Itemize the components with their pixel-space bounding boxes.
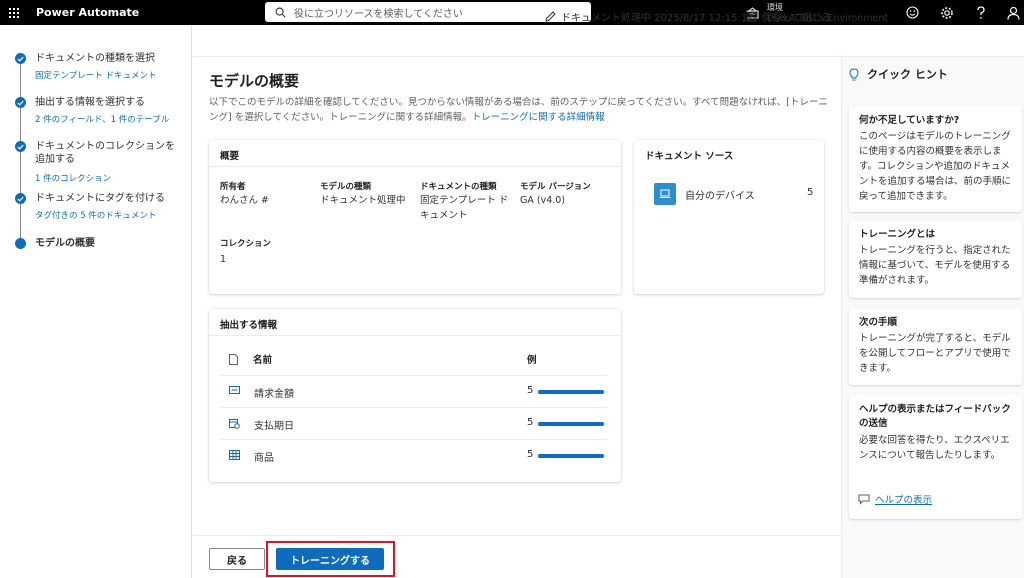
quick-hints-title: クイック ヒント [849,66,948,82]
device-laptop-icon [654,183,676,205]
step-title[interactable]: ドキュメントのコレクションを追加する [35,140,180,166]
overview-card: 概要 所有者 わんさん # モデルの種類 ドキュメント処理中 ドキュメントの種類… [209,140,621,294]
search-icon [275,7,286,17]
step-summary: タグ付きの 5 件のドキュメント [35,211,157,221]
hint-body: トレーニングを行うと、指定された情報に基づいて、モデルを使用する準備がされます。 [859,245,1011,286]
page-description: 以下でこのモデルの詳細を確認してください。見つからない情報がある場合は、前のステ… [209,95,829,125]
train-button[interactable]: トレーニングする [276,548,384,570]
step-connector [20,108,21,145]
table-icon [229,450,240,460]
field-count: 5 [527,417,534,428]
field-progress-fill [538,422,604,426]
edit-pencil-icon [545,11,556,22]
help-question-icon[interactable] [966,0,996,25]
back-button[interactable]: 戻る [209,548,265,570]
step-complete-check-icon [15,193,26,204]
extracted-info-card: 抽出する情報 名前 例 請求金額 5 支払期日 5 商品 5 [209,309,621,482]
step-connector [20,204,21,238]
save-and-close-label: 保存して閉じる [762,13,832,24]
model-version-label: モデル バージョン [520,182,591,192]
document-type-value: 固定テンプレート ドキュメント [420,195,509,221]
source-name: 自分のデバイス [685,190,755,202]
step-title[interactable]: ドキュメントにタグを付ける [35,192,185,205]
field-progress-fill [538,454,604,458]
step-summary: 2 件のフィールド、1 件のテーブル [35,115,170,125]
hint-card: トレーニングとは トレーニングを行うと、指定された情報に基づいて、モデルを使用す… [849,220,1022,298]
field-count: 5 [527,449,534,460]
training-info-link[interactable]: トレーニングに関する詳細情報 [472,112,605,123]
step-summary: 固定テンプレート ドキュメント [35,71,157,81]
step-title-current[interactable]: モデルの概要 [35,237,185,250]
collection-value: 1 [220,254,227,265]
card-divider [209,335,621,336]
field-progress-bar [538,390,604,394]
source-count: 5 [807,187,814,198]
feedback-icon[interactable] [897,0,927,25]
document-status-text: ドキュメント処理中 2025/8/17 12:15:17 [561,13,754,24]
field-name: 支払期日 [254,421,294,432]
settings-gear-icon[interactable] [932,0,962,25]
document-status[interactable]: ドキュメント処理中 2025/8/17 12:15:17 [545,9,754,24]
hint-body: このページはモデルのトレーニングに使用する内容の概要を表示します。コレクションや… [859,131,1012,202]
source-item: 自分のデバイス [654,183,755,205]
card-divider [209,166,621,167]
save-and-close-button[interactable]: 保存して閉じる [746,9,832,24]
collection-label: コレクション [220,239,272,249]
field-count: 5 [527,385,534,396]
table-row: 請求金額 5 [220,375,607,407]
feedback-person-icon [858,494,870,505]
table-row: 支払期日 5 [220,407,607,439]
field-name: 商品 [254,453,274,464]
field-name: 請求金額 [254,389,294,400]
field-progress-fill [538,390,604,394]
help-link[interactable]: ヘルプの表示 [858,492,932,506]
document-source-heading: ドキュメント ソース [645,151,734,162]
step-complete-check-icon [15,53,26,64]
lightbulb-icon [849,67,859,80]
overview-heading: 概要 [220,151,240,162]
app-launcher-icon[interactable] [0,0,28,25]
example-column-header: 例 [527,355,537,366]
step-complete-check-icon [15,97,26,108]
search-placeholder: 役に立つリソースを検索してください [294,8,463,20]
field-progress-bar [538,454,604,458]
owner-label: 所有者 [220,182,246,192]
text-field-icon [229,386,240,394]
save-icon [746,11,757,22]
app-title[interactable]: Power Automate [36,6,139,19]
hint-body: 必要な回答を得たり、エクスペリエンスについて報告したりします。 [859,435,1010,461]
hint-body: トレーニングが完了すると、モデルを公開してフローとアプリで使用できます。 [859,333,1011,374]
step-connector [20,152,21,193]
hint-heading: ヘルプの表示またはフィードバックの送信 [859,404,1011,429]
help-link-label: ヘルプの表示 [875,495,933,506]
step-summary: 1 件のコレクション [35,174,112,184]
page-title: モデルの概要 [209,72,300,90]
hint-card: 次の手順 トレーニングが完了すると、モデルを公開してフローとアプリで使用できます… [849,308,1022,385]
model-version-value: GA (v4.0) [520,195,566,206]
account-person-icon[interactable] [998,0,1024,25]
hint-card: 何か不足していますか? このページはモデルのトレーニングに使用する内容の概要を表… [849,106,1022,212]
quick-hints-label: クイック ヒント [867,68,948,81]
calendar-field-icon [229,419,240,429]
step-title[interactable]: ドキュメントの種類を選択 [35,52,185,65]
owner-value: わんさん # [220,195,269,206]
search-input[interactable]: 役に立つリソースを検索してください [265,2,591,22]
step-complete-check-icon [15,141,26,152]
extracted-info-heading: 抽出する情報 [220,320,278,331]
document-source-card: ドキュメント ソース 自分のデバイス 5 [634,140,824,294]
table-row: 商品 5 [220,439,607,471]
hint-heading: トレーニングとは [859,229,936,240]
hint-heading: 何か不足していますか? [859,115,960,126]
field-progress-bar [538,422,604,426]
document-column-icon [229,354,238,365]
name-column-header: 名前 [253,355,273,366]
model-type-value: ドキュメント処理中 [320,195,406,206]
step-connector [20,63,21,99]
step-title[interactable]: 抽出する情報を選択する [35,96,185,109]
document-header-bar [193,25,1024,57]
model-type-label: モデルの種類 [320,182,372,192]
document-type-label: ドキュメントの種類 [420,182,497,192]
hint-heading: 次の手順 [859,317,898,328]
current-step-dot-icon [15,238,26,249]
